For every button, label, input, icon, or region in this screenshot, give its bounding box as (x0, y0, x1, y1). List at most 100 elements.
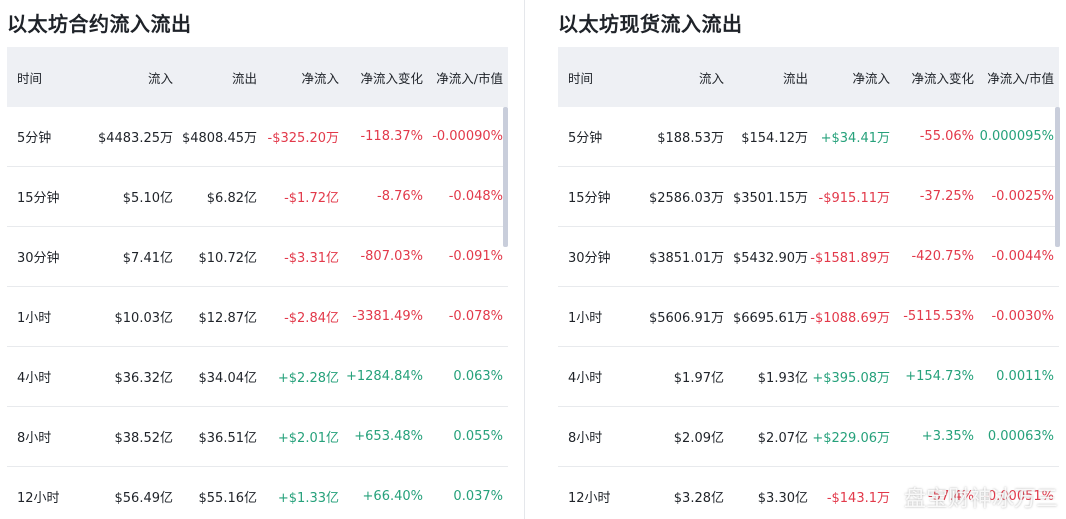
cell-netflow-change: -55.06% (919, 129, 974, 144)
table-row[interactable]: 8小时 $38.52亿 $36.51亿 +$2.01亿 +653.48% 0.055% (7, 407, 508, 467)
cell-outflow: $3501.15万 (732, 191, 808, 206)
cell-time: 1小时 (568, 311, 603, 326)
cell-netflow-mcap: -0.0025% (991, 189, 1054, 204)
table-row[interactable]: 1小时 $10.03亿 $12.87亿 -$2.84亿 -3381.49% -0.078% (7, 287, 508, 347)
cell-netflow-change: -37.25% (919, 189, 974, 204)
cell-time: 5分钟 (17, 131, 52, 146)
column-header-netflow-change[interactable]: 净流入变化 (339, 68, 423, 87)
cell-outflow: $1.93亿 (757, 371, 808, 386)
table-row[interactable]: 8小时 $2.09亿 $2.07亿 +$229.06万 +3.35% 0.00063% (558, 407, 1059, 467)
cell-netflow-mcap: 0.00063% (987, 429, 1054, 444)
cell-inflow: $7.41亿 (122, 251, 173, 266)
cell-outflow: $34.04亿 (198, 371, 258, 386)
cell-inflow: $3851.01万 (648, 251, 724, 266)
cell-netflow: -$325.20万 (267, 131, 339, 146)
cell-netflow-mcap: -0.078% (448, 309, 503, 324)
cell-outflow: $6.82亿 (206, 191, 257, 206)
cell-time: 4小时 (568, 371, 603, 386)
cell-netflow-mcap: 0.037% (453, 489, 503, 504)
column-header-inflow[interactable]: 流入 (638, 68, 724, 87)
cell-time: 8小时 (17, 431, 52, 446)
flow-table: 时间 流入 流出 净流入 净流入变化 净流入/市值 5分钟 $188.53万 $15… (558, 47, 1059, 519)
watermark: 盘宝财神冰万三 (903, 487, 1058, 512)
cell-netflow: +$229.06万 (812, 431, 890, 446)
cell-time: 1小时 (17, 311, 52, 326)
table-row[interactable]: 15分钟 $2586.03万 $3501.15万 -$915.11万 -37.25% -0… (558, 167, 1059, 227)
cell-time: 15分钟 (17, 191, 60, 206)
table-row[interactable]: 12小时 $56.49亿 $55.16亿 +$1.33亿 +66.40% 0.037% (7, 467, 508, 519)
cell-netflow-mcap: 0.055% (453, 429, 503, 444)
cell-netflow-mcap: -0.048% (448, 189, 503, 204)
cell-netflow-mcap: 0.0011% (996, 369, 1054, 384)
cell-inflow: $56.49亿 (114, 491, 174, 506)
cell-outflow: $3.30亿 (757, 491, 808, 506)
table-row[interactable]: 4小时 $1.97亿 $1.93亿 +$395.08万 +154.73% 0.0011% (558, 347, 1059, 407)
table-row[interactable]: 15分钟 $5.10亿 $6.82亿 -$1.72亿 -8.76% -0.048% (7, 167, 508, 227)
cell-netflow-change: +653.48% (354, 429, 423, 444)
table-header: 时间 流入 流出 净流入 净流入变化 净流入/市值 (558, 47, 1059, 107)
cell-netflow-change: -118.37% (360, 129, 423, 144)
column-header-netflow[interactable]: 净流入 (257, 68, 339, 87)
table-row[interactable]: 30分钟 $7.41亿 $10.72亿 -$3.31亿 -807.03% -0.091% (7, 227, 508, 287)
cell-outflow: $4808.45万 (181, 131, 257, 146)
table-row[interactable]: 1小时 $5606.91万 $6695.61万 -$1088.69万 -5115.53%… (558, 287, 1059, 347)
cell-netflow-mcap: -0.0030% (991, 309, 1054, 324)
column-header-outflow[interactable]: 流出 (724, 68, 808, 87)
contract-flow-panel: 以太坊合约流入流出 时间 流入 流出 净流入 净流入变化 净流入/市值 5分钟 $… (7, 0, 509, 519)
column-header-netflow-mcap[interactable]: 净流入/市值 (974, 68, 1054, 87)
column-header-netflow-mcap[interactable]: 净流入/市值 (423, 68, 503, 87)
table-body: 5分钟 $4483.25万 $4808.45万 -$325.20万 -118.37% -0… (7, 107, 508, 519)
scrollbar-thumb[interactable] (503, 107, 508, 247)
column-header-netflow-change[interactable]: 净流入变化 (890, 68, 974, 87)
spot-flow-panel: 以太坊现货流入流出 时间 流入 流出 净流入 净流入变化 净流入/市值 5分钟 $… (558, 0, 1060, 519)
cell-netflow-change: -3381.49% (352, 309, 423, 324)
table-row[interactable]: 30分钟 $3851.01万 $5432.90万 -$1581.89万 -420.75%… (558, 227, 1059, 287)
cell-inflow: $5.10亿 (122, 191, 173, 206)
column-header-time[interactable]: 时间 (7, 68, 87, 87)
cell-inflow: $2.09亿 (673, 431, 724, 446)
cell-time: 30分钟 (568, 251, 611, 266)
column-header-netflow[interactable]: 净流入 (808, 68, 890, 87)
cell-netflow-mcap: 0.000095% (979, 129, 1054, 144)
cell-outflow: $55.16亿 (198, 491, 258, 506)
cell-inflow: $5606.91万 (648, 311, 724, 326)
cell-time: 12小时 (568, 491, 611, 506)
table-row[interactable]: 5分钟 $188.53万 $154.12万 +$34.41万 -55.06% 0.0000… (558, 107, 1059, 167)
cell-inflow: $3.28亿 (673, 491, 724, 506)
cell-netflow: -$143.1万 (826, 491, 890, 506)
scrollbar-thumb[interactable] (1055, 107, 1060, 247)
table-header: 时间 流入 流出 净流入 净流入变化 净流入/市值 (7, 47, 508, 107)
cell-inflow: $1.97亿 (673, 371, 724, 386)
cell-netflow-mcap: -0.0044% (991, 249, 1054, 264)
cell-time: 5分钟 (568, 131, 603, 146)
table-row[interactable]: 4小时 $36.32亿 $34.04亿 +$2.28亿 +1284.84% 0.063% (7, 347, 508, 407)
panel-title: 以太坊合约流入流出 (7, 12, 192, 36)
cell-netflow-change: -807.03% (360, 249, 423, 264)
column-header-time[interactable]: 时间 (558, 68, 638, 87)
cell-netflow-change: -5115.53% (903, 309, 974, 324)
cell-time: 30分钟 (17, 251, 60, 266)
cell-netflow-change: +66.40% (362, 489, 423, 504)
cell-outflow: $2.07亿 (757, 431, 808, 446)
cell-outflow: $6695.61万 (732, 311, 808, 326)
cell-time: 12小时 (17, 491, 60, 506)
column-header-inflow[interactable]: 流入 (87, 68, 173, 87)
cell-netflow-change: +1284.84% (345, 369, 423, 384)
cell-inflow: $36.32亿 (114, 371, 174, 386)
table-row[interactable]: 5分钟 $4483.25万 $4808.45万 -$325.20万 -118.37% -0… (7, 107, 508, 167)
cell-time: 8小时 (568, 431, 603, 446)
cell-netflow: +$395.08万 (812, 371, 890, 386)
cell-time: 4小时 (17, 371, 52, 386)
cell-inflow: $4483.25万 (97, 131, 173, 146)
cell-outflow: $36.51亿 (198, 431, 258, 446)
cell-outflow: $10.72亿 (198, 251, 258, 266)
cell-netflow: +$34.41万 (820, 131, 890, 146)
column-header-outflow[interactable]: 流出 (173, 68, 257, 87)
cell-inflow: $188.53万 (657, 131, 724, 146)
cell-outflow: $5432.90万 (732, 251, 808, 266)
cell-netflow: -$2.84亿 (284, 311, 339, 326)
cell-netflow-change: -8.76% (377, 189, 423, 204)
cell-netflow-mcap: 0.063% (453, 369, 503, 384)
cell-netflow-change: -420.75% (911, 249, 974, 264)
cell-inflow: $38.52亿 (114, 431, 174, 446)
